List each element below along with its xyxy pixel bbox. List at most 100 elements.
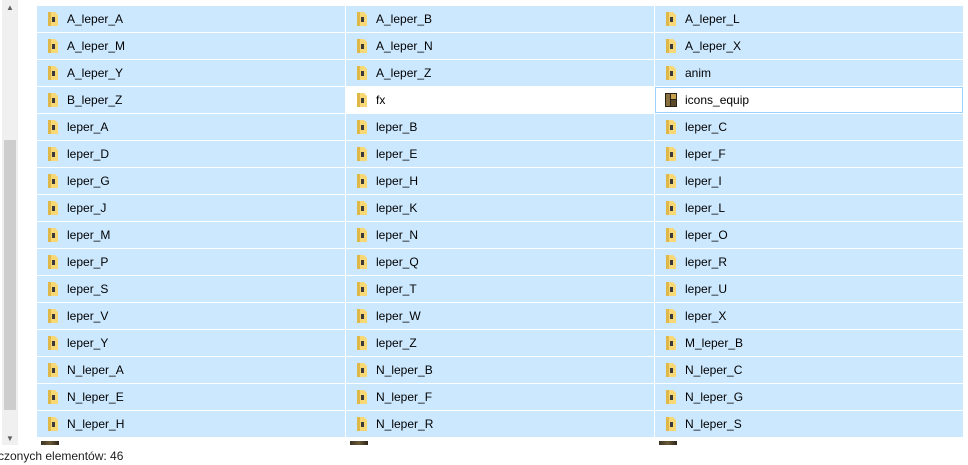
file-item[interactable]: leper_X: [655, 303, 963, 329]
folder-icon: [355, 11, 369, 27]
folder-icon: [46, 38, 60, 54]
file-item-label: A_leper_X: [685, 39, 742, 53]
file-item-label: A_leper_L: [685, 12, 740, 26]
file-item-label: N_leper_E: [67, 390, 124, 404]
file-item[interactable]: N_leper_H: [37, 411, 345, 437]
file-item-label: leper_S: [67, 282, 109, 296]
file-item[interactable]: N_leper_F: [346, 384, 654, 410]
file-item[interactable]: leper_A: [37, 114, 345, 140]
scroll-up-arrow-icon[interactable]: ▲: [2, 0, 18, 14]
file-item[interactable]: A_leper_Y: [37, 60, 345, 86]
folder-icon: [664, 227, 678, 243]
folder-icon: [664, 335, 678, 351]
file-item[interactable]: leper_O: [655, 222, 963, 248]
file-item[interactable]: leper_S: [37, 276, 345, 302]
file-item[interactable]: leper_K: [346, 195, 654, 221]
file-item[interactable]: leper_F: [655, 141, 963, 167]
file-item[interactable]: N_leper_G: [655, 384, 963, 410]
file-item[interactable]: leper_Z: [346, 330, 654, 356]
file-item[interactable]: leper_V: [37, 303, 345, 329]
file-item[interactable]: N_leper_C: [655, 357, 963, 383]
file-item[interactable]: leper_P: [37, 249, 345, 275]
file-item-label: leper_W: [376, 309, 421, 323]
file-item-label: fx: [376, 93, 386, 107]
folder-icon: [46, 362, 60, 378]
file-item[interactable]: N_leper_S: [655, 411, 963, 437]
file-item[interactable]: leper_B: [346, 114, 654, 140]
folder-icon: [46, 389, 60, 405]
file-item[interactable]: leper_U: [655, 276, 963, 302]
file-item-label: A_leper_Z: [376, 66, 432, 80]
file-item[interactable]: N_leper_R: [346, 411, 654, 437]
file-item[interactable]: leper_C: [655, 114, 963, 140]
folder-icon: [46, 335, 60, 351]
file-item-label: N_leper_S: [685, 417, 742, 431]
file-item-label: leper_H: [376, 174, 419, 188]
file-item-label: leper_L: [685, 201, 726, 215]
file-item[interactable]: A_leper_B: [346, 6, 654, 32]
folder-icon: [664, 38, 678, 54]
file-item[interactable]: icons_equip: [655, 87, 963, 113]
folder-icon: [355, 92, 369, 108]
folder-icon: [46, 146, 60, 162]
file-item[interactable]: leper_N: [346, 222, 654, 248]
scroll-thumb[interactable]: [4, 140, 16, 410]
folder-icon: [355, 200, 369, 216]
file-item-label: leper_M: [67, 228, 111, 242]
folder-icon: [355, 362, 369, 378]
file-item-label: A_leper_M: [67, 39, 126, 53]
file-item[interactable]: leper_M: [37, 222, 345, 248]
file-item-label: B_leper_Z: [67, 93, 123, 107]
file-item[interactable]: leper_I: [655, 168, 963, 194]
file-item[interactable]: N_leper_A: [37, 357, 345, 383]
file-item[interactable]: leper_T: [346, 276, 654, 302]
file-item-label: icons_equip: [685, 93, 750, 107]
file-item[interactable]: leper_W: [346, 303, 654, 329]
file-item[interactable]: B_leper_Z: [37, 87, 345, 113]
file-explorer-window: ▲ ▼ A_leper_A A_leper_B A_leper_L A_leper_M…: [0, 0, 968, 465]
partial-item-thumbnail-icon[interactable]: [350, 441, 368, 445]
vertical-scrollbar[interactable]: ▲ ▼: [2, 0, 18, 445]
folder-icon: [46, 308, 60, 324]
file-item[interactable]: leper_J: [37, 195, 345, 221]
file-item[interactable]: A_leper_M: [37, 33, 345, 59]
file-item-label: leper_J: [67, 201, 107, 215]
folder-icon: [664, 281, 678, 297]
file-item[interactable]: leper_Y: [37, 330, 345, 356]
folder-icon: [46, 92, 60, 108]
file-item[interactable]: A_leper_X: [655, 33, 963, 59]
file-item[interactable]: leper_G: [37, 168, 345, 194]
file-item[interactable]: A_leper_Z: [346, 60, 654, 86]
folder-icon: [46, 200, 60, 216]
file-item[interactable]: leper_H: [346, 168, 654, 194]
file-item[interactable]: leper_R: [655, 249, 963, 275]
folder-icon: [664, 200, 678, 216]
file-item[interactable]: A_leper_A: [37, 6, 345, 32]
file-item[interactable]: leper_D: [37, 141, 345, 167]
file-item[interactable]: leper_Q: [346, 249, 654, 275]
file-item[interactable]: A_leper_N: [346, 33, 654, 59]
file-item-label: A_leper_B: [376, 12, 433, 26]
file-item[interactable]: A_leper_L: [655, 6, 963, 32]
scroll-down-arrow-icon[interactable]: ▼: [2, 431, 18, 445]
file-item[interactable]: N_leper_E: [37, 384, 345, 410]
file-item[interactable]: leper_L: [655, 195, 963, 221]
folder-icon: [664, 362, 678, 378]
folder-icon: [46, 281, 60, 297]
file-item-label: N_leper_G: [685, 390, 744, 404]
file-item[interactable]: leper_E: [346, 141, 654, 167]
folder-icon: [664, 389, 678, 405]
file-item[interactable]: N_leper_B: [346, 357, 654, 383]
file-item[interactable]: fx: [346, 87, 654, 113]
file-item-label: leper_O: [685, 228, 728, 242]
file-item-label: leper_G: [67, 174, 110, 188]
file-item-label: leper_Q: [376, 255, 419, 269]
file-item[interactable]: M_leper_B: [655, 330, 963, 356]
file-item-label: leper_K: [376, 201, 418, 215]
file-item[interactable]: anim: [655, 60, 963, 86]
partial-item-thumbnail-icon[interactable]: [41, 441, 59, 445]
file-list-view[interactable]: A_leper_A A_leper_B A_leper_L A_leper_M A_le…: [37, 6, 963, 438]
partial-item-thumbnail-icon[interactable]: [659, 441, 677, 445]
file-item-label: leper_T: [376, 282, 417, 296]
folder-icon: [46, 119, 60, 135]
